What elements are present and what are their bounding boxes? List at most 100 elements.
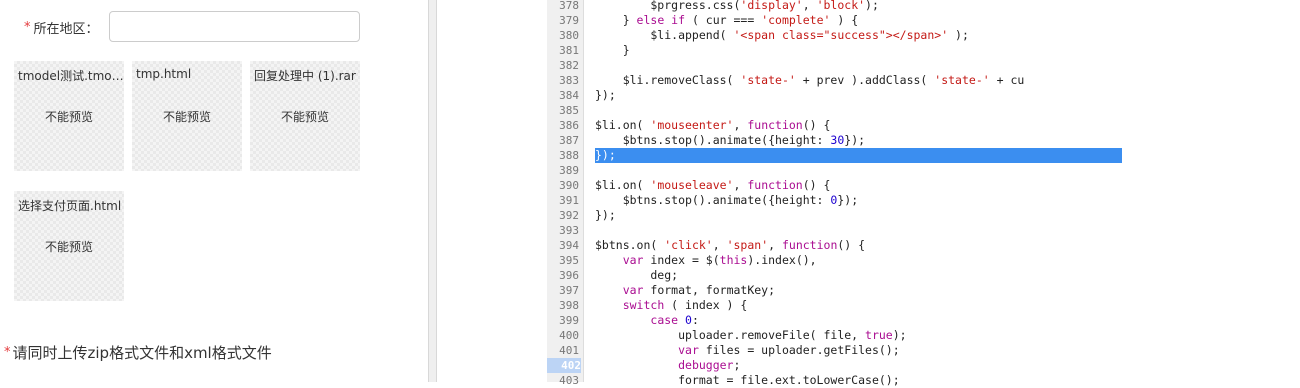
line-number[interactable]: 385 [547,103,579,118]
code-token: ( index ) { [664,298,748,312]
line-number[interactable]: 388 [547,148,579,163]
code-token: ); [865,0,879,12]
code-token: this [719,253,748,267]
code-line: format = file.ext.toLowerCase(); [595,373,900,388]
code-line: }); [595,88,616,103]
code-token: }); [844,133,866,147]
code-token: ( cur === [685,13,762,27]
code-token: debugger [678,358,734,372]
file-name: tmp.html [136,67,192,81]
line-number[interactable]: 378 [547,0,579,13]
code-line: $btns.stop().animate({height: 30}); [595,133,865,148]
highlighted-line-bar [595,148,1122,163]
line-number[interactable]: 397 [547,283,579,298]
code-token: format = file.ext.toLowerCase(); [595,373,900,387]
code-line: switch ( index ) { [595,298,748,313]
code-token: }); [595,208,616,222]
code-token: , [733,178,748,192]
code-token: ; [733,358,741,372]
region-input[interactable] [109,11,360,42]
code-token: ); [892,328,907,342]
line-number[interactable]: 400 [547,328,579,343]
code-token: index = $( [643,253,720,267]
code-token: 'state-' [740,73,796,87]
code-line: } else if ( cur === 'complete' ) { [595,13,858,28]
line-number[interactable]: 384 [547,88,579,103]
line-number[interactable]: 398 [547,298,579,313]
paused-line-number[interactable]: 402 [547,358,581,373]
line-number[interactable]: 399 [547,313,579,328]
file-card[interactable]: tmodel测试.tmodel 不能预览 [14,61,124,171]
code-token: case [650,313,679,327]
file-card[interactable]: 回复处理中 (1).rar 不能预览 [250,61,360,171]
code-token: function [747,178,803,192]
code-token: 'state-' [934,73,990,87]
line-number[interactable]: 383 [547,73,579,88]
code-token: format, formatKey; [643,283,776,297]
line-number[interactable]: 380 [547,28,579,43]
line-number[interactable]: 381 [547,43,579,58]
code-token: () { [802,118,831,132]
line-number[interactable]: 382 [547,58,579,73]
line-number-gutter[interactable]: 378 379 380 381 382 383 384 385 386 387 388 389 390 3… [547,0,584,387]
line-number[interactable]: 395 [547,253,579,268]
code-token: + prev ).addClass( [795,73,935,87]
line-number[interactable]: 392 [547,208,579,223]
code-token: $li.append( [595,28,734,42]
code-line: case 0: [595,313,699,328]
code-token: var [622,253,644,267]
devtools-source-panel: 378 379 380 381 382 383 384 385 386 387 388 389 390 3… [437,0,1300,387]
code-line: $li.on( 'mouseleave', function() { [595,178,830,193]
code-token: $li.on( [595,118,651,132]
line-number[interactable]: 390 [547,178,579,193]
line-number[interactable]: 401 [547,343,579,358]
required-mark: * [4,345,11,360]
code-line: } [595,43,630,58]
code-line: var index = $(this).index(), [595,253,817,268]
code-token: 'display' [740,0,803,12]
line-number[interactable]: 396 [547,268,579,283]
line-number[interactable]: 386 [547,118,579,133]
code-token: ).index(), [747,253,817,267]
code-token: '<span class="success"></span>' [733,28,949,42]
code-token: $li.removeClass( [595,73,741,87]
file-card[interactable]: tmp.html 不能预览 [132,61,242,171]
line-number[interactable]: 403 [547,373,579,388]
file-card[interactable]: 选择支付页面.html 不能预览 [14,191,124,301]
panel-resize-handle[interactable] [428,0,437,382]
file-preview-placeholder: 不能预览 [280,110,329,124]
line-number[interactable]: 393 [547,223,579,238]
code-line: debugger; [595,358,740,373]
code-token: , [802,0,817,12]
code-token: switch [622,298,665,312]
code-token: , [712,238,727,252]
code-token: } [595,13,637,27]
line-number[interactable]: 394 [547,238,579,253]
code-token: 'complete' [761,13,831,27]
code-token: $prgress.css( [595,0,741,12]
code-token: function [747,118,803,132]
code-token: 0 [685,313,692,327]
code-editor[interactable]: $prgress.css('display', 'block'); } else… [584,0,1300,387]
line-number[interactable]: 391 [547,193,579,208]
region-label-text: 所在地区： [33,21,99,37]
code-token: var [622,283,644,297]
code-token: $li.on( [595,178,651,192]
code-line: }); [595,148,616,163]
code-token: else if [636,13,686,27]
line-number[interactable]: 389 [547,163,579,178]
line-number[interactable]: 379 [547,13,579,28]
code-token: 'mouseenter' [650,118,734,132]
code-token: }); [595,88,616,102]
code-line: var files = uploader.getFiles(); [595,343,900,358]
file-preview-placeholder: 不能预览 [162,110,211,124]
code-token: + cu [989,73,1025,87]
line-number[interactable]: 387 [547,133,579,148]
code-line: $li.append( '<span class="success"></spa… [595,28,969,43]
code-token: ) { [830,13,859,27]
code-token: uploader.removeFile( file, [595,328,866,342]
upload-note-text: 请同时上传zip格式文件和xml格式文件 [12,344,272,362]
